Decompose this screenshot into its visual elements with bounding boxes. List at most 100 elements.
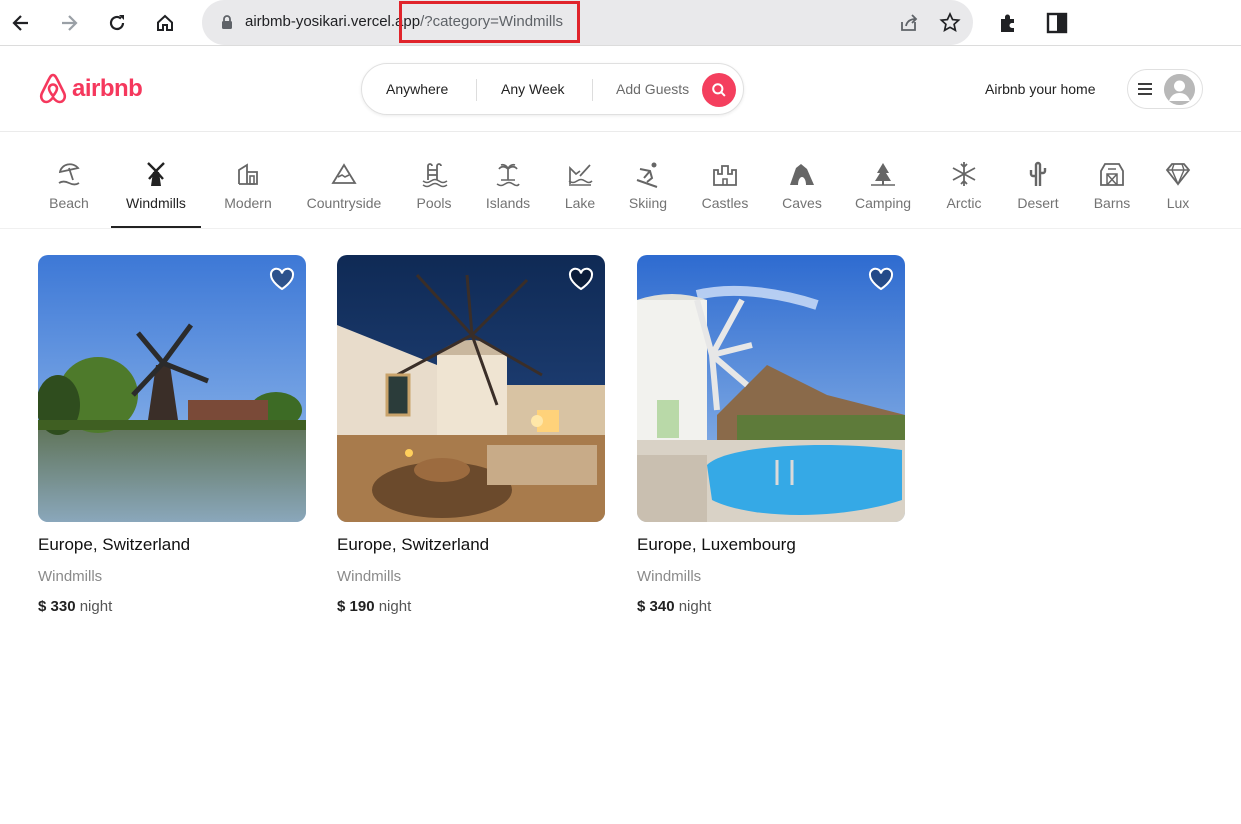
category-label: Lake — [564, 195, 596, 211]
category-castles[interactable]: Castles — [701, 133, 749, 228]
lock-icon — [222, 15, 232, 29]
listing-price: $ 330 — [38, 598, 76, 615]
hamburger-menu-icon — [1138, 83, 1152, 95]
forward-button[interactable] — [53, 7, 85, 39]
diamond-icon — [1165, 163, 1191, 186]
airbnb-logo[interactable]: airbnb — [38, 72, 143, 105]
lake-icon — [568, 164, 593, 186]
category-caves[interactable]: Caves — [782, 133, 822, 228]
user-menu-button[interactable] — [1127, 69, 1203, 109]
search-divider — [476, 79, 477, 101]
listing-location: Europe, Luxembourg — [637, 535, 796, 554]
category-camping[interactable]: Camping — [855, 133, 911, 228]
category-label: Desert — [1017, 195, 1059, 211]
side-panel-icon[interactable] — [1045, 11, 1069, 35]
modern-house-icon — [238, 163, 258, 185]
logo-text: airbnb — [72, 74, 143, 102]
listing-price: $ 190 — [337, 598, 375, 615]
snowflake-icon — [952, 162, 976, 186]
listing-category: Windmills — [38, 568, 103, 585]
barn-icon — [1100, 163, 1124, 186]
category-label: Barns — [1093, 195, 1131, 211]
extensions-puzzle-icon[interactable] — [997, 11, 1021, 35]
windmill-lake-photo — [38, 255, 306, 522]
category-modern[interactable]: Modern — [222, 133, 274, 228]
category-label: Modern — [224, 195, 272, 211]
listing-category: Windmills — [337, 568, 402, 585]
user-placeholder-icon — [1164, 74, 1195, 105]
category-skiing[interactable]: Skiing — [627, 133, 669, 228]
category-lux[interactable]: Lux — [1163, 133, 1193, 228]
address-bar[interactable]: airbmb-yosikari.vercel.app/?category=Win… — [202, 0, 973, 45]
airbnb-belo-icon — [39, 73, 67, 104]
island-icon — [496, 163, 520, 187]
category-label: Windmills — [126, 195, 186, 211]
avatar — [1164, 74, 1195, 105]
listing-photo[interactable] — [337, 255, 605, 522]
listing-location: Europe, Switzerland — [38, 535, 191, 554]
category-label: Arctic — [946, 195, 982, 211]
listing-photo[interactable] — [637, 255, 905, 522]
windmill-night-photo — [337, 255, 605, 522]
category-label: Skiing — [628, 195, 668, 211]
search-bar[interactable]: Anywhere Any Week Add Guests — [361, 63, 744, 115]
heart-icon[interactable] — [868, 267, 894, 291]
category-label: Lux — [1166, 195, 1190, 211]
search-any-week[interactable]: Any Week — [501, 81, 565, 97]
category-label: Camping — [854, 195, 912, 211]
beach-umbrella-icon — [58, 163, 80, 186]
back-button[interactable] — [5, 7, 37, 39]
reload-button[interactable] — [101, 7, 133, 39]
category-bar: Beach Windmills Modern Countryside Pools… — [0, 133, 1241, 229]
search-button[interactable] — [702, 73, 736, 107]
skiing-icon — [636, 162, 658, 188]
category-desert[interactable]: Desert — [1016, 133, 1060, 228]
cactus-icon — [1029, 161, 1047, 186]
listing-price-unit: night — [678, 598, 712, 615]
category-lake[interactable]: Lake — [563, 133, 597, 228]
search-anywhere[interactable]: Anywhere — [386, 81, 448, 97]
bookmark-star-icon[interactable] — [939, 12, 961, 34]
listing-card[interactable]: Europe, Switzerland Windmills $ 190 nigh… — [337, 255, 605, 615]
category-label: Countryside — [306, 195, 382, 211]
search-divider — [592, 79, 593, 101]
listing-price-row: $ 190 night — [337, 598, 605, 615]
listing-price-row: $ 340 night — [637, 598, 905, 615]
listing-card[interactable]: Europe, Luxembourg Windmills $ 340 night — [637, 255, 905, 615]
category-windmills[interactable]: Windmills — [111, 133, 201, 228]
category-arctic[interactable]: Arctic — [945, 133, 983, 228]
windmill-pool-photo — [637, 255, 905, 522]
category-label: Pools — [416, 195, 452, 211]
url-highlight-box — [399, 1, 580, 43]
windmill-icon — [147, 162, 165, 186]
mountain-icon — [331, 163, 357, 184]
home-button[interactable] — [149, 7, 181, 39]
listing-price-unit: night — [378, 598, 412, 615]
share-icon[interactable] — [898, 12, 920, 34]
arrow-left-icon — [12, 15, 28, 31]
listing-price: $ 340 — [637, 598, 675, 615]
listing-category: Windmills — [637, 568, 702, 585]
cave-icon — [790, 164, 814, 185]
browser-toolbar: airbmb-yosikari.vercel.app/?category=Win… — [0, 0, 1241, 46]
category-pools[interactable]: Pools — [415, 133, 453, 228]
arrow-right-icon — [62, 15, 78, 31]
airbnb-your-home-link[interactable]: Airbnb your home — [985, 81, 1096, 97]
category-label: Beach — [49, 195, 89, 211]
search-add-guests[interactable]: Add Guests — [616, 81, 689, 97]
heart-icon[interactable] — [568, 267, 594, 291]
pool-icon — [422, 163, 448, 188]
category-barns[interactable]: Barns — [1093, 133, 1131, 228]
reload-icon — [109, 15, 125, 31]
category-countryside[interactable]: Countryside — [305, 133, 383, 228]
category-islands[interactable]: Islands — [484, 133, 532, 228]
listing-photo[interactable] — [38, 255, 306, 522]
home-icon — [157, 14, 173, 31]
category-beach[interactable]: Beach — [47, 133, 91, 228]
listing-price-unit: night — [79, 598, 113, 615]
listing-location: Europe, Switzerland — [337, 535, 490, 554]
listing-price-row: $ 330 night — [38, 598, 306, 615]
heart-icon[interactable] — [269, 267, 295, 291]
category-label: Castles — [701, 195, 749, 211]
listing-card[interactable]: Europe, Switzerland Windmills $ 330 nigh… — [38, 255, 306, 615]
